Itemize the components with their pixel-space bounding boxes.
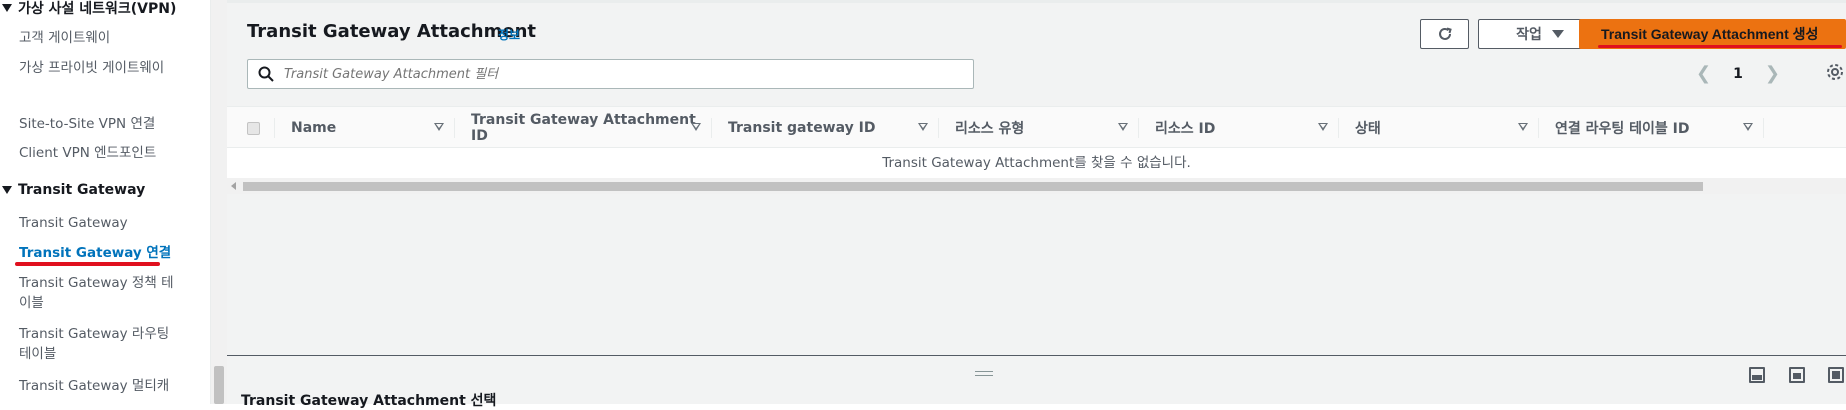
horizontal-scrollbar-thumb[interactable] <box>243 182 1703 191</box>
collapse-triangle-icon <box>2 186 12 194</box>
column-header-label: 연결 라우팅 테이블 ID <box>1555 121 1690 137</box>
scroll-left-icon[interactable] <box>231 182 236 190</box>
search-icon <box>258 66 274 82</box>
split-side-icon[interactable] <box>1789 367 1805 383</box>
sidebar-item-site-to-site-vpn[interactable]: Site-to-Site VPN 연결 <box>19 114 179 134</box>
settings-gear-icon[interactable] <box>1826 63 1844 85</box>
attachments-table-panel: Transit Gateway Attachment 정보 작업 Transit… <box>227 0 1846 356</box>
column-header-label: 리소스 유형 <box>955 121 1025 137</box>
column-header-label: 상태 <box>1355 121 1381 137</box>
column-divider <box>1763 118 1764 138</box>
column-header-state[interactable]: 상태 <box>1338 107 1538 149</box>
caret-down-icon <box>1551 30 1564 38</box>
sort-icon <box>434 123 444 131</box>
sort-icon <box>691 123 701 131</box>
table-header: Name Transit Gateway Attachment ID Trans… <box>227 106 1846 148</box>
column-header-attachment-id[interactable]: Transit Gateway Attachment ID <box>454 107 711 149</box>
column-header-route-table-id[interactable]: 연결 라우팅 테이블 ID <box>1538 107 1763 149</box>
column-header-resource-type[interactable]: 리소스 유형 <box>938 107 1138 149</box>
sidebar: 가상 사설 네트워크(VPN) 고객 게이트웨이 가상 프라이빗 게이트웨이 S… <box>0 0 211 404</box>
search-box[interactable] <box>247 59 974 89</box>
select-all-checkbox[interactable] <box>247 122 260 135</box>
sidebar-item-transit-gateway-attachments[interactable]: Transit Gateway 연결 <box>19 243 179 263</box>
horizontal-scrollbar[interactable] <box>227 178 1846 194</box>
actions-label: 작업 <box>1516 26 1542 42</box>
next-page-icon[interactable]: ❯ <box>1765 63 1780 84</box>
sidebar-scrollbar-thumb[interactable] <box>214 366 224 404</box>
column-header-label: Transit Gateway Attachment ID <box>471 112 696 144</box>
column-header-label: Transit gateway ID <box>728 120 876 136</box>
sidebar-item-client-vpn[interactable]: Client VPN 엔드포인트 <box>19 143 179 163</box>
sort-icon <box>1518 123 1528 131</box>
sidebar-section-transit-gateway[interactable]: Transit Gateway <box>0 182 145 198</box>
search-input[interactable] <box>284 66 964 82</box>
sort-icon <box>918 123 928 131</box>
sidebar-section-label: 가상 사설 네트워크(VPN) <box>18 1 177 17</box>
sort-icon <box>1318 123 1328 131</box>
column-header-label: Name <box>291 120 337 136</box>
pagination: ❮ 1 ❯ <box>1696 63 1780 84</box>
column-header-name[interactable]: Name <box>274 107 454 149</box>
sidebar-item-virtual-private-gateway[interactable]: 가상 프라이빗 게이트웨이 <box>19 58 169 78</box>
sidebar-item-transit-gateway[interactable]: Transit Gateway <box>19 213 179 233</box>
highlight-underline <box>1598 45 1842 48</box>
sidebar-item-customer-gateway[interactable]: 고객 게이트웨이 <box>19 28 179 48</box>
sidebar-item-multicast[interactable]: Transit Gateway 멀티캐 <box>19 376 179 396</box>
previous-page-icon[interactable]: ❮ <box>1696 63 1711 84</box>
column-header-transit-gateway-id[interactable]: Transit gateway ID <box>711 107 938 149</box>
split-bottom-icon[interactable] <box>1749 367 1765 383</box>
split-full-icon[interactable] <box>1828 367 1844 383</box>
refresh-icon <box>1438 27 1452 40</box>
collapse-triangle-icon <box>2 4 12 12</box>
column-header-label: 리소스 ID <box>1155 121 1216 137</box>
sidebar-section-label: Transit Gateway <box>18 182 146 198</box>
info-link[interactable]: 정보 <box>498 26 520 43</box>
page-number[interactable]: 1 <box>1733 66 1743 82</box>
details-pane-title: Transit Gateway Attachment 선택 <box>241 393 497 409</box>
drag-handle-icon[interactable] <box>975 371 993 376</box>
sidebar-scrollbar[interactable] <box>211 0 227 404</box>
empty-table-message: Transit Gateway Attachment를 찾을 수 없습니다. <box>227 148 1846 178</box>
header-divider <box>227 0 1846 3</box>
sort-icon <box>1118 123 1128 131</box>
sidebar-item-route-tables[interactable]: Transit Gateway 라우팅 테이블 <box>19 324 174 364</box>
sort-icon <box>1743 123 1753 131</box>
details-pane: Transit Gateway Attachment 선택 <box>227 356 1846 409</box>
main-panel: Transit Gateway Attachment 정보 작업 Transit… <box>227 0 1846 356</box>
page-title: Transit Gateway Attachment <box>247 21 537 42</box>
refresh-button[interactable] <box>1420 19 1469 49</box>
sidebar-section-vpn[interactable]: 가상 사설 네트워크(VPN) <box>0 0 176 18</box>
highlight-underline <box>15 262 160 266</box>
sidebar-item-policy-tables[interactable]: Transit Gateway 정책 테이블 <box>19 273 174 313</box>
column-header-resource-id[interactable]: 리소스 ID <box>1138 107 1338 149</box>
